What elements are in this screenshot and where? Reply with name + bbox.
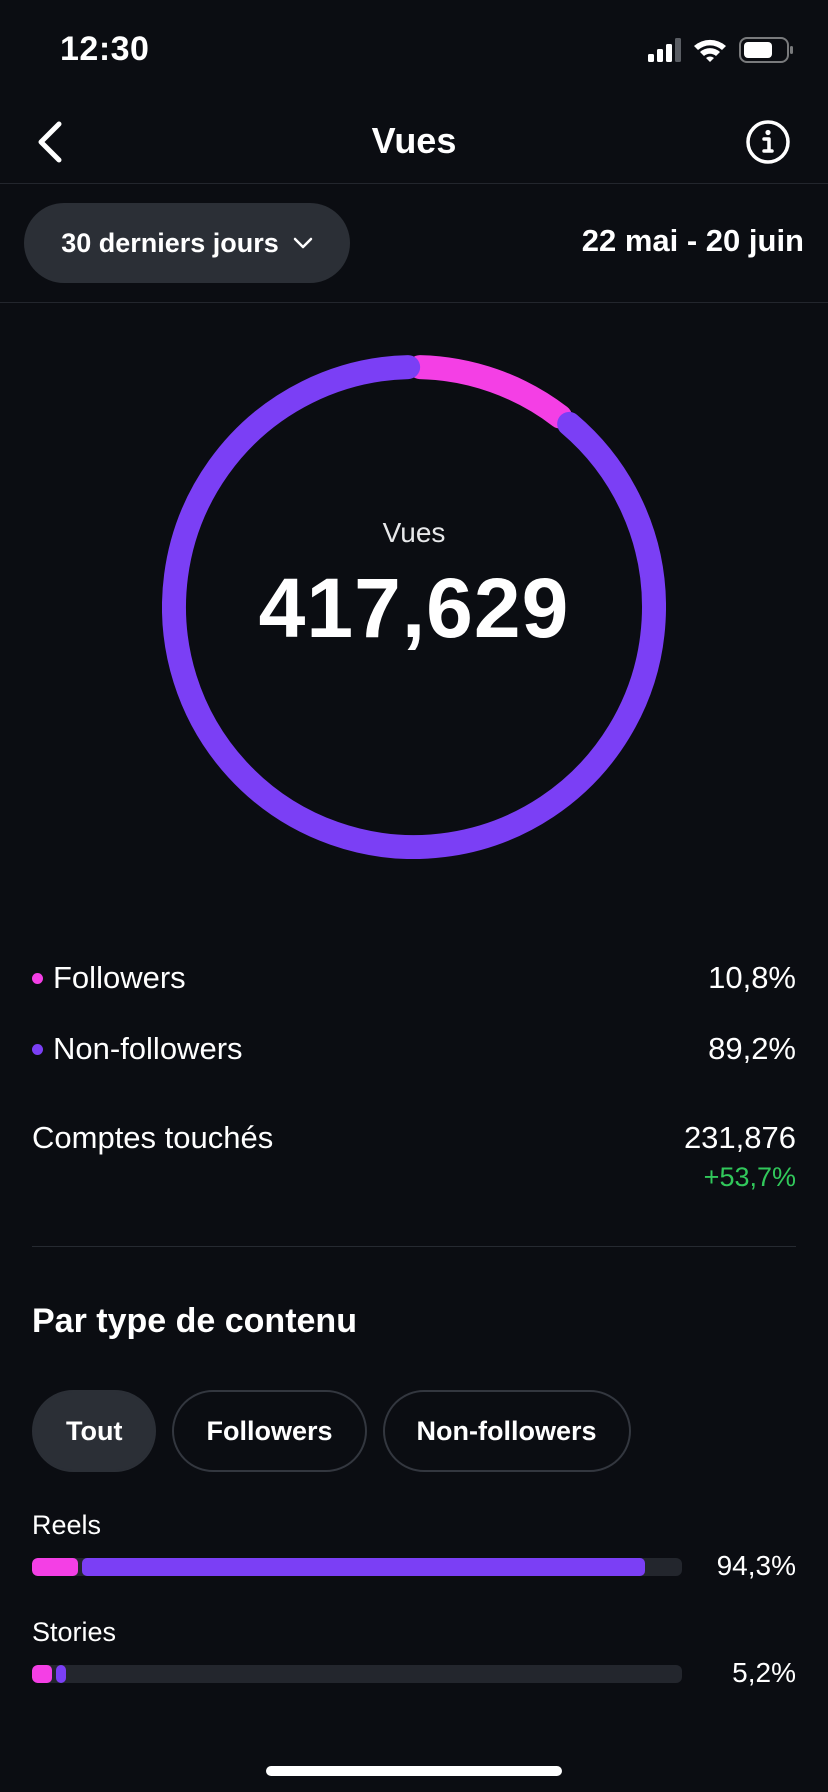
period-dropdown[interactable]: 30 derniers jours xyxy=(24,203,350,283)
content-row-value: 94,3% xyxy=(716,1550,796,1581)
accounts-reached-delta: +53,7% xyxy=(703,1162,796,1192)
followers-value: 10,8% xyxy=(708,960,796,995)
info-button[interactable] xyxy=(738,112,798,172)
content-row-label: Reels xyxy=(32,1510,102,1540)
content-row-value: 5,2% xyxy=(732,1657,796,1688)
followers-bar-segment xyxy=(32,1665,52,1683)
content-filter-chips: Tout Followers Non-followers xyxy=(32,1390,631,1472)
date-range: 22 mai - 20 juin xyxy=(581,223,804,258)
chip-all[interactable]: Tout xyxy=(32,1390,157,1472)
content-bar-track xyxy=(32,1665,682,1683)
donut-segment-followers xyxy=(407,355,573,429)
views-donut-chart: Vues 417,629 xyxy=(162,355,666,859)
non-followers-bar-segment xyxy=(55,1665,66,1683)
chevron-down-icon xyxy=(293,237,313,249)
content-bar-track xyxy=(32,1558,682,1576)
info-icon xyxy=(746,120,790,164)
followers-bar-segment xyxy=(32,1558,78,1576)
divider xyxy=(32,1246,796,1247)
total-views-value: 417,629 xyxy=(258,561,570,655)
status-time: 12:30 xyxy=(60,30,150,68)
content-type-title: Par type de contenu xyxy=(32,1302,357,1340)
chip-followers[interactable]: Followers xyxy=(172,1390,367,1472)
battery-icon xyxy=(739,37,793,63)
status-icons xyxy=(648,36,796,64)
non-followers-label: Non-followers xyxy=(53,1031,243,1066)
non-followers-bar-segment xyxy=(81,1558,645,1576)
followers-stat-row: Followers 10,8% xyxy=(32,960,796,996)
followers-dot-icon xyxy=(32,972,43,984)
followers-label: Followers xyxy=(53,960,186,995)
donut-label: Vues xyxy=(382,517,446,548)
accounts-reached-label: Comptes touchés xyxy=(32,1120,274,1155)
nav-bar: Vues xyxy=(0,100,828,184)
content-row-reels: Reels 94,3% xyxy=(32,1510,796,1590)
content-row-label: Stories xyxy=(32,1617,117,1647)
accounts-reached-value: 231,876 xyxy=(683,1120,796,1155)
signal-icon xyxy=(648,38,681,62)
non-followers-dot-icon xyxy=(32,1043,43,1055)
non-followers-stat-row: Non-followers 89,2% xyxy=(32,1031,796,1067)
views-insights-screen: 12:30 Vues 30 derniers jours 22 mai - 20… xyxy=(0,0,828,1792)
filter-row: 30 derniers jours 22 mai - 20 juin xyxy=(0,185,828,303)
chip-non-followers[interactable]: Non-followers xyxy=(382,1390,631,1472)
status-bar: 12:30 xyxy=(0,0,828,100)
page-title: Vues xyxy=(371,120,457,161)
wifi-icon xyxy=(694,39,726,62)
home-indicator xyxy=(266,1766,562,1776)
period-dropdown-label: 30 derniers jours xyxy=(61,227,279,258)
non-followers-value: 89,2% xyxy=(708,1031,796,1066)
content-row-stories: Stories 5,2% xyxy=(32,1617,796,1697)
